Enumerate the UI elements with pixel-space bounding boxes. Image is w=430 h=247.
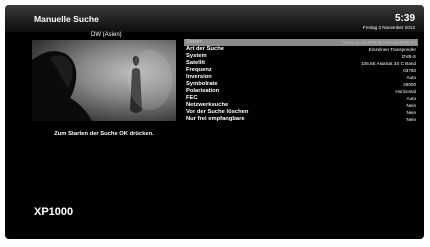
clock-time: 5:39 <box>394 13 415 24</box>
setting-value: Auto <box>406 96 416 101</box>
setting-value: Nein <box>406 117 416 122</box>
setting-row-art-der-suche[interactable]: Art der Suche Einzelnen Transponder <box>184 46 418 53</box>
setting-label: Netzwerksuche <box>186 102 229 108</box>
setting-label: Art der Suche <box>186 46 225 52</box>
setting-row-polarisation[interactable]: Polarisation Horizontal <box>184 88 418 95</box>
setting-value: Nein <box>406 103 416 108</box>
preview-image <box>32 50 172 121</box>
setting-row-vor-der-suche-loeschen[interactable]: Vor der Suche löschen Nein <box>184 109 418 116</box>
setting-value: 03760 <box>403 68 416 73</box>
setting-value: Tuner A: BCM7346 Internal DVB-S2 <box>342 40 416 45</box>
setting-row-tuner[interactable]: Tuner Tuner A: BCM7346 Internal DVB-S2 <box>184 39 418 46</box>
setting-row-satellit[interactable]: Satellit 105.5E AsiaSat 3S C Band <box>184 60 418 67</box>
setting-label: Frequenz <box>186 67 212 73</box>
setting-label: Satellit <box>186 60 206 66</box>
setting-row-netzwerksuche[interactable]: Netzwerksuche Nein <box>184 102 418 109</box>
setting-label: Tuner <box>186 39 202 45</box>
clock-date: Freitag 2 November 2012 <box>362 25 415 30</box>
setting-value: 26000 <box>403 82 416 87</box>
setting-value: 105.5E AsiaSat 3S C Band <box>361 61 416 66</box>
setting-value: Einzelnen Transponder <box>368 47 416 52</box>
setting-value: Horizontal <box>395 89 416 94</box>
setting-label: System <box>186 53 207 59</box>
brand-logo: XP1000 <box>34 206 74 218</box>
setting-label: Vor der Suche löschen <box>186 109 249 115</box>
setting-value: Auto <box>406 75 416 80</box>
header-bar: Manuelle Suche 5:39 Freitag 2 November 2… <box>5 5 424 32</box>
page-title: Manuelle Suche <box>34 14 99 24</box>
setting-row-system[interactable]: System DVB-S <box>184 53 418 60</box>
settings-list: Tuner Tuner A: BCM7346 Internal DVB-S2 Art… <box>184 39 418 123</box>
setting-row-inversion[interactable]: Inversion Auto <box>184 74 418 81</box>
setting-label: Polarisation <box>186 88 220 94</box>
setting-row-nur-frei-empfangbare[interactable]: Nur frei empfangbare Nein <box>184 116 418 123</box>
setting-value: Nein <box>406 110 416 115</box>
setting-value: DVB-S <box>401 54 416 59</box>
setting-row-symbolrate[interactable]: Symbolrate 26000 <box>184 81 418 88</box>
setting-label: FEC <box>186 95 198 101</box>
start-search-hint: Zum Starten der Suche OK drücken. <box>54 131 154 137</box>
setting-row-frequenz[interactable]: Frequenz 03760 <box>184 67 418 74</box>
preview-channel-name: DW (Asien) <box>91 32 122 38</box>
setting-label: Nur frei empfangbare <box>186 116 245 122</box>
setting-label: Symbolrate <box>186 81 218 87</box>
video-preview <box>32 40 176 121</box>
setting-row-fec[interactable]: FEC Auto <box>184 95 418 102</box>
setting-label: Inversion <box>186 74 212 80</box>
tv-screen: Manuelle Suche 5:39 Freitag 2 November 2… <box>5 5 424 239</box>
